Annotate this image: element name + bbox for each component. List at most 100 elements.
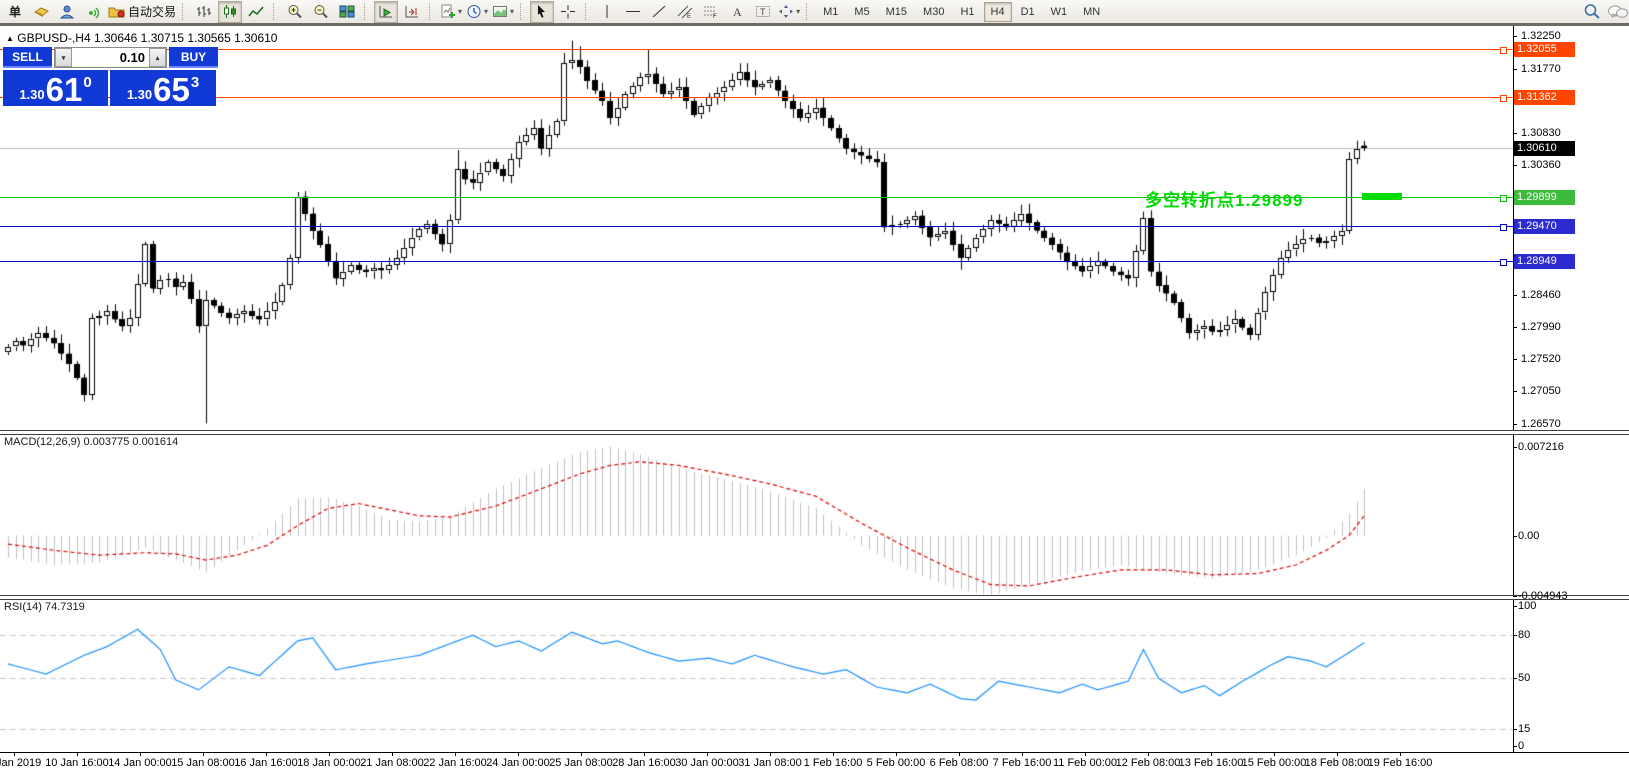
level-price-badge: 1.28949 [1514, 254, 1575, 269]
ohlc-values: 1.30646 1.30715 1.30565 1.30610 [94, 31, 278, 45]
time-axis-label: 18 Jan 00:00 [297, 757, 361, 769]
autoscroll-icon [378, 4, 394, 19]
vertical-line-button[interactable] [595, 1, 619, 23]
auto-trading-button[interactable]: 自动交易 [107, 1, 177, 23]
time-axis-tick [1337, 752, 1338, 756]
vline-icon [599, 4, 615, 19]
timeframe-d1[interactable]: D1 [1014, 2, 1042, 22]
level-price-badge: 1.29470 [1514, 219, 1575, 234]
main-toolbar: 单 自动交易 ▾ ▾ ▾ E F AT ▾ M1M5M15M30H1H4D1W1MN [0, 0, 1629, 26]
trendline-button[interactable] [647, 1, 671, 23]
timeframe-m5[interactable]: M5 [847, 2, 876, 22]
chart-shift-button[interactable] [400, 1, 424, 23]
search-button[interactable] [1580, 1, 1604, 23]
toolbar-separator [182, 3, 187, 20]
pivot-trend-segment[interactable] [1362, 193, 1402, 200]
ask-price-pips: 65 [153, 75, 190, 105]
level-line-support[interactable] [0, 226, 1513, 227]
chart-title: ▲ GBPUSD-,H4 1.30646 1.30715 1.30565 1.3… [6, 31, 277, 45]
fibonacci-button[interactable]: F [699, 1, 723, 23]
timeframe-m30[interactable]: M30 [916, 2, 951, 22]
bid-price-box[interactable]: 1.30 61 0 [3, 70, 108, 106]
rsi-axis-tick [1513, 635, 1517, 636]
chevron-down-icon[interactable]: ▾ [510, 7, 514, 16]
bar-chart-button[interactable] [192, 1, 216, 23]
folder-icon [108, 4, 125, 19]
time-axis-tick [518, 752, 519, 756]
time-axis-label: 19 Feb 16:00 [1368, 757, 1433, 769]
orders-text-button[interactable]: 单 [3, 1, 27, 23]
candlestick-chart-button[interactable] [218, 1, 242, 23]
time-axis-tick [14, 752, 15, 756]
chat-button[interactable] [1606, 1, 1629, 23]
macd-pane-splitter[interactable] [0, 430, 1629, 435]
bid-price-point: 0 [83, 74, 91, 91]
text-button[interactable]: A [725, 1, 749, 23]
arrows-button[interactable]: ▾ [777, 1, 801, 23]
price-tick-label: 1.30360 [1521, 159, 1561, 171]
timeframe-h1[interactable]: H1 [953, 2, 981, 22]
chevron-down-icon[interactable]: ▾ [796, 7, 800, 16]
toolbar-separator [806, 3, 811, 20]
sell-button[interactable]: SELL [3, 47, 52, 68]
chevron-down-icon[interactable]: ▾ [484, 7, 488, 16]
level-line-resistance[interactable] [0, 49, 1513, 50]
price-axis-tick [1513, 424, 1517, 425]
price-tick-label: 1.31770 [1521, 63, 1561, 75]
templates-button[interactable]: ▾ [491, 1, 515, 23]
zoom-out-button[interactable] [309, 1, 333, 23]
collapse-triangle-icon[interactable]: ▲ [6, 34, 14, 43]
buy-button[interactable]: BUY [169, 47, 218, 68]
pivot-annotation-text[interactable]: 多空转折点1.29899 [1145, 186, 1303, 211]
cursor-button[interactable] [530, 1, 554, 23]
shift-icon [404, 4, 420, 19]
chart-canvas[interactable] [0, 0, 1629, 770]
market-watch-button[interactable] [55, 1, 79, 23]
timeframe-m15[interactable]: M15 [879, 2, 914, 22]
line-chart-button[interactable] [244, 1, 268, 23]
ask-price-box[interactable]: 1.30 65 3 [110, 70, 216, 106]
level-line-handle[interactable] [1500, 47, 1507, 54]
time-axis-label: 28 Jan 16:00 [612, 757, 676, 769]
zoom-in-button[interactable] [283, 1, 307, 23]
price-axis-tick [1513, 133, 1517, 134]
periods-button[interactable]: ▾ [465, 1, 489, 23]
bars-icon [196, 4, 212, 19]
price-axis-tick [1513, 295, 1517, 296]
tile-windows-button[interactable] [335, 1, 359, 23]
volume-decrease-button[interactable]: ▾ [55, 48, 72, 67]
time-axis-tick [1022, 752, 1023, 756]
level-line-handle[interactable] [1500, 259, 1507, 266]
price-tick-label: 1.27520 [1521, 353, 1561, 365]
price-axis-tick [1513, 165, 1517, 166]
template-icon [492, 4, 508, 19]
textA-icon: A [729, 4, 745, 19]
rsi-pane-splitter[interactable] [0, 595, 1629, 600]
macd-axis-tick [1513, 536, 1517, 537]
indicators-icon [440, 4, 456, 19]
level-line-handle[interactable] [1500, 224, 1507, 231]
signals-button[interactable] [81, 1, 105, 23]
timeframe-mn[interactable]: MN [1076, 2, 1107, 22]
level-line-handle[interactable] [1500, 195, 1507, 202]
level-line-resistance[interactable] [0, 97, 1513, 98]
indicators-button[interactable]: ▾ [439, 1, 463, 23]
crosshair-button[interactable] [556, 1, 580, 23]
timeframe-m1[interactable]: M1 [816, 2, 845, 22]
new-order-button[interactable] [29, 1, 53, 23]
text-label-button[interactable]: T [751, 1, 775, 23]
timeframe-w1[interactable]: W1 [1044, 2, 1075, 22]
equidistant-channel-button[interactable]: E [673, 1, 697, 23]
level-line-handle[interactable] [1500, 95, 1507, 102]
horizontal-line-button[interactable] [621, 1, 645, 23]
timeframe-h4[interactable]: H4 [984, 2, 1012, 22]
chevron-down-icon[interactable]: ▾ [458, 7, 462, 16]
price-tick-label: 1.27050 [1521, 385, 1561, 397]
zoomin-icon [287, 4, 303, 19]
auto-scroll-button[interactable] [374, 1, 398, 23]
time-axis-tick [77, 752, 78, 756]
svg-text:F: F [713, 14, 717, 19]
volume-value[interactable]: 0.10 [72, 48, 149, 67]
level-line-support[interactable] [0, 261, 1513, 262]
volume-increase-button[interactable]: ▴ [149, 48, 166, 67]
